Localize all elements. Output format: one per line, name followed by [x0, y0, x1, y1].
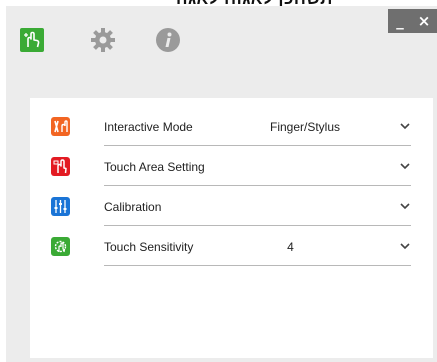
touch-hand-icon[interactable]	[19, 27, 45, 53]
gear-icon[interactable]	[90, 27, 116, 53]
settings-panel: Interactive Mode Finger/Stylus Touch Are…	[30, 98, 433, 358]
setting-value: Finger/Stylus	[270, 120, 341, 134]
row-divider	[104, 185, 411, 186]
minimize-button[interactable]: _	[388, 9, 412, 33]
calibration-icon	[51, 197, 70, 216]
chevron-down-icon[interactable]	[400, 242, 410, 250]
row-divider	[104, 225, 411, 226]
setting-row-touch-sensitivity[interactable]: Touch Sensitivity 4	[30, 230, 433, 270]
setting-row-interactive-mode[interactable]: Interactive Mode Finger/Stylus	[30, 110, 433, 150]
setting-value: 4	[287, 240, 294, 254]
row-divider	[104, 265, 411, 266]
app-window: _ × Interactive Mode Finger/Stylus Touch…	[6, 6, 437, 362]
setting-row-touch-area[interactable]: Touch Area Setting	[30, 150, 433, 190]
chevron-down-icon[interactable]	[400, 122, 410, 130]
interactive-mode-icon	[51, 117, 70, 136]
row-divider	[104, 145, 411, 146]
touch-area-icon	[51, 157, 70, 176]
window-controls: _ ×	[388, 9, 437, 33]
setting-label: Touch Area Setting	[104, 160, 205, 174]
setting-label: Calibration	[104, 200, 162, 214]
chevron-down-icon[interactable]	[400, 162, 410, 170]
setting-label: Interactive Mode	[104, 120, 193, 134]
chevron-down-icon[interactable]	[400, 202, 410, 210]
setting-row-calibration[interactable]: Calibration	[30, 190, 433, 230]
close-button[interactable]: ×	[412, 9, 436, 33]
info-icon[interactable]	[155, 27, 181, 53]
